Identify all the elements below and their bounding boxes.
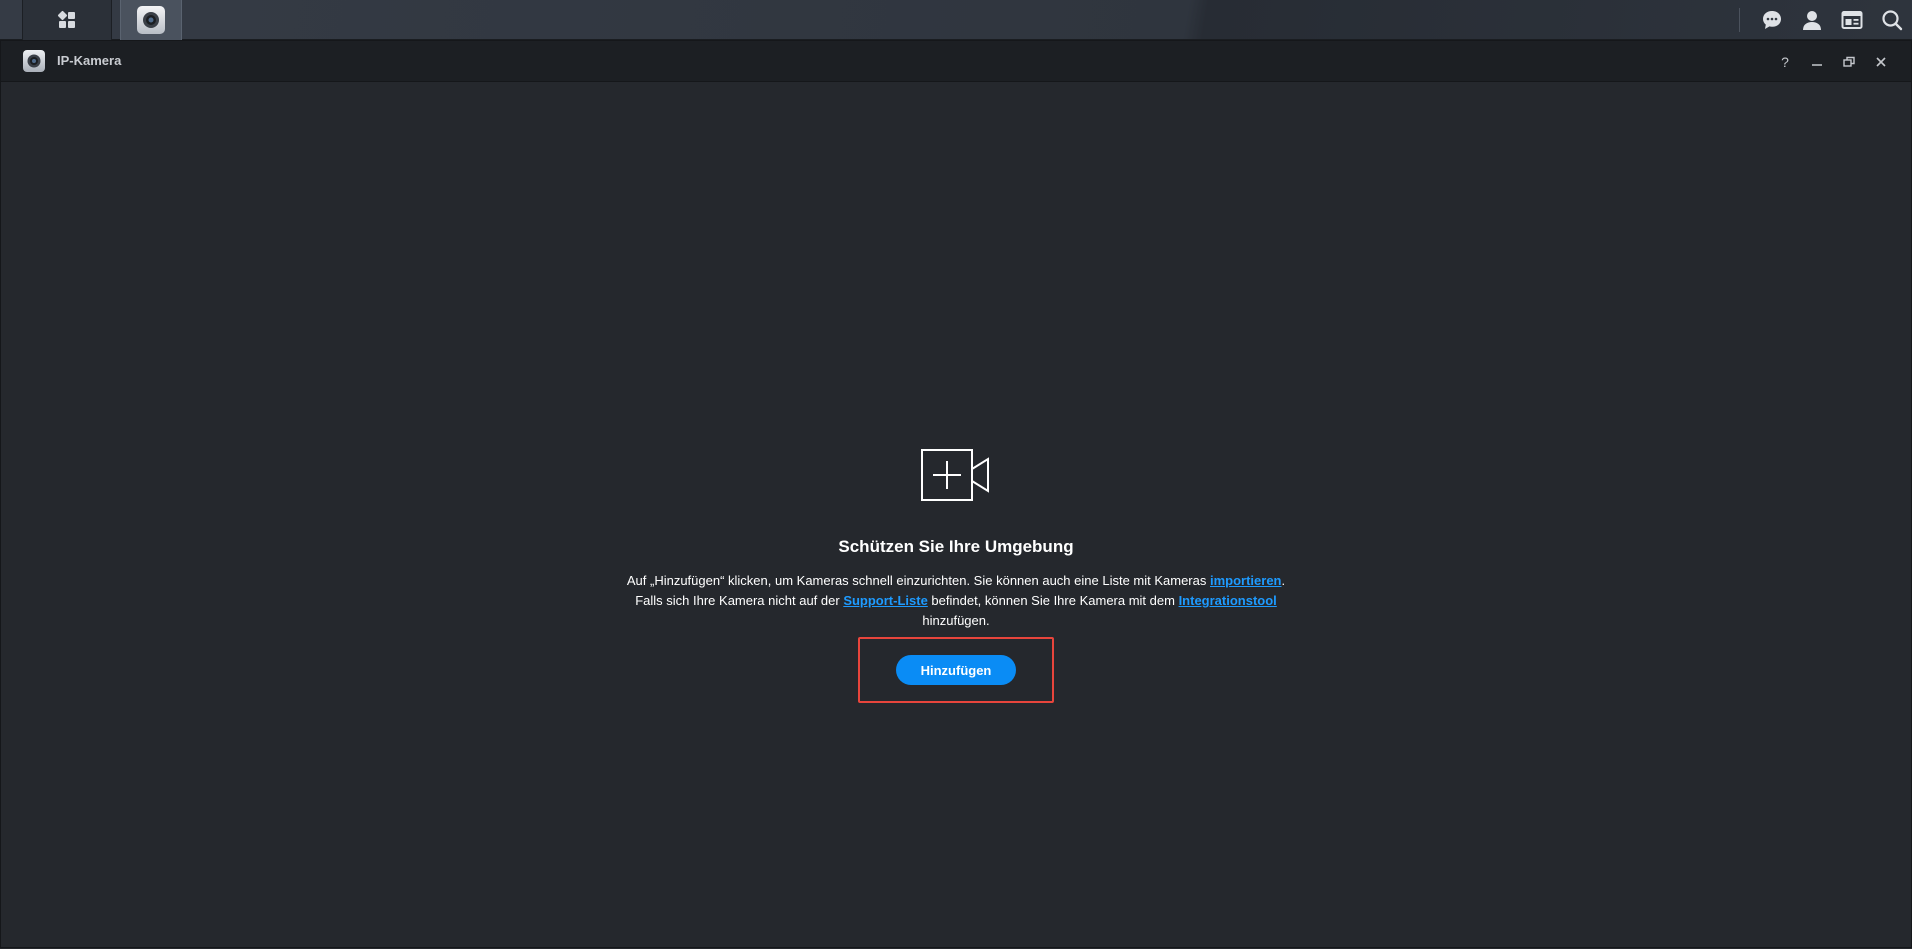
minimize-button[interactable] bbox=[1801, 46, 1833, 78]
taskbar bbox=[0, 0, 1912, 40]
description-text: . bbox=[1281, 573, 1286, 588]
help-button[interactable]: ? bbox=[1769, 46, 1801, 78]
restore-icon bbox=[1843, 56, 1855, 67]
empty-state: Schützen Sie Ihre Umgebung Auf „Hinzufüg… bbox=[1, 449, 1911, 703]
camera-app-icon bbox=[23, 50, 45, 72]
widgets-icon[interactable] bbox=[1832, 0, 1872, 40]
restore-button[interactable] bbox=[1833, 46, 1865, 78]
user-icon[interactable] bbox=[1792, 0, 1832, 40]
empty-state-heading: Schützen Sie Ihre Umgebung bbox=[838, 537, 1074, 556]
highlight-box: Hinzufügen bbox=[858, 637, 1054, 703]
description-text: Auf „Hinzufügen“ klicken, um Kameras sch… bbox=[626, 573, 1210, 588]
window-titlebar[interactable]: IP-Kamera ? bbox=[1, 41, 1911, 82]
description-text: befindet, können Sie Ihre Kamera mit dem bbox=[927, 593, 1179, 608]
add-camera-icon bbox=[921, 449, 989, 501]
taskbar-right bbox=[1739, 0, 1912, 40]
description-text: Falls sich Ihre Kamera nicht auf der bbox=[635, 593, 844, 608]
window-content: Schützen Sie Ihre Umgebung Auf „Hinzufüg… bbox=[1, 82, 1911, 949]
taskbar-app-ip-camera[interactable] bbox=[120, 0, 182, 40]
close-button[interactable] bbox=[1865, 46, 1897, 78]
search-icon[interactable] bbox=[1872, 0, 1912, 40]
add-camera-button[interactable]: Hinzufügen bbox=[896, 655, 1016, 685]
ip-camera-window: IP-Kamera ? Schützen Sie Ihre Umgebung A… bbox=[0, 40, 1912, 948]
description-text: hinzufügen. bbox=[922, 613, 990, 628]
window-title: IP-Kamera bbox=[57, 53, 122, 68]
import-link[interactable]: importieren bbox=[1210, 573, 1282, 588]
taskbar-divider bbox=[1739, 8, 1740, 32]
integration-tool-link[interactable]: Integrationstool bbox=[1179, 593, 1277, 608]
support-list-link[interactable]: Support-Liste bbox=[843, 593, 928, 608]
camera-app-icon bbox=[137, 6, 165, 34]
close-icon bbox=[1876, 56, 1886, 67]
minimize-icon bbox=[1812, 63, 1822, 66]
main-menu-icon bbox=[57, 10, 75, 28]
main-menu-button[interactable] bbox=[22, 0, 112, 40]
chat-icon[interactable] bbox=[1752, 0, 1792, 40]
window-controls: ? bbox=[1769, 41, 1897, 82]
empty-state-description: Auf „Hinzufügen“ klicken, um Kameras sch… bbox=[596, 571, 1316, 631]
